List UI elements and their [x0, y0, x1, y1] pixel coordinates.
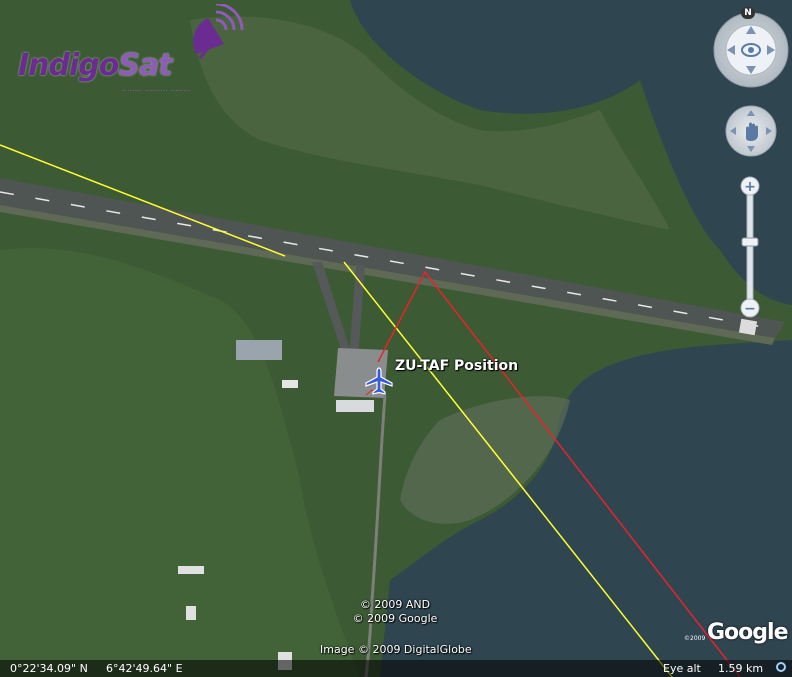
logo-word-indigo: Indigo	[18, 48, 119, 83]
status-bar: 0°22'34.09" N 6°42'49.64" E Eye alt 1.59…	[0, 660, 792, 677]
logo-tagline: ........ ......... ........	[122, 84, 191, 93]
eye-alt-label: Eye alt	[663, 662, 701, 675]
imagery-credit: Image © 2009 DigitalGlobe	[320, 643, 472, 656]
logo-word-sat: Sat	[118, 48, 172, 83]
airplane-icon[interactable]	[364, 366, 394, 396]
zoom-slider-track[interactable]	[746, 185, 754, 309]
satellite-dish-icon	[193, 4, 244, 59]
terminal-building	[236, 340, 282, 360]
north-indicator[interactable]: N	[741, 7, 755, 19]
google-logo: Google	[707, 620, 788, 645]
credit-and: © 2009 AND	[359, 598, 431, 611]
building	[178, 566, 204, 574]
zoom-control[interactable]: + −	[738, 176, 762, 320]
longitude-readout: 6°42'49.64" E	[106, 662, 183, 675]
map-credits: © 2009 AND © 2009 Google	[340, 598, 450, 626]
latitude-readout: 0°22'34.09" N	[10, 662, 88, 675]
streaming-status-icon	[776, 662, 786, 672]
logo-wordmark: IndigoSat	[18, 48, 173, 83]
hangar	[336, 400, 374, 412]
runway-threshold	[738, 318, 758, 336]
indigosat-logo: IndigoSat ........ ......... ........	[8, 4, 248, 94]
google-copyright-small: ©2009	[684, 635, 706, 642]
building	[282, 380, 298, 388]
zoom-out-label: −	[744, 301, 756, 317]
zoom-in-label: +	[744, 179, 756, 195]
zoom-slider-thumb[interactable]	[741, 237, 759, 247]
move-control[interactable]	[724, 104, 778, 158]
aircraft-position-label[interactable]: ZU-TAF Position	[395, 358, 518, 374]
eye-alt-value: 1.59 km	[718, 662, 764, 675]
look-control[interactable]	[712, 8, 790, 88]
satellite-map[interactable]	[0, 0, 792, 677]
building	[186, 606, 196, 620]
credit-google: © 2009 Google	[352, 612, 438, 625]
map-viewport[interactable]: IndigoSat ........ ......... ........ ZU…	[0, 0, 792, 677]
